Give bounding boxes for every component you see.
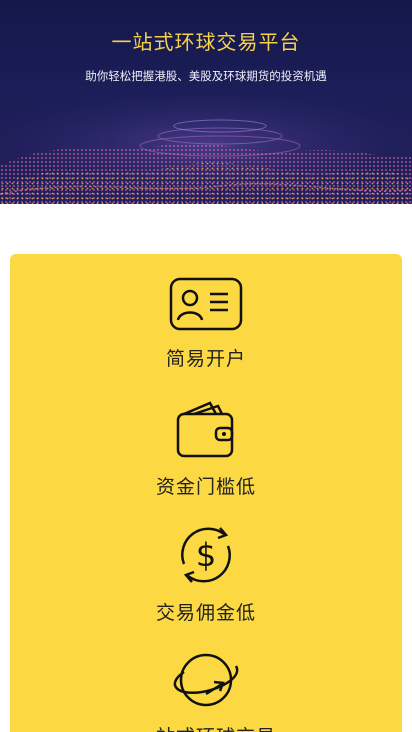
wallet-icon	[176, 401, 234, 458]
hero-title: 一站式环球交易平台	[111, 30, 301, 54]
feature-label: 一站式环球交易	[10, 722, 402, 732]
feature-label: 交易佣金低	[155, 602, 256, 624]
feature-label: 资金门槛低	[155, 476, 256, 498]
svg-text:$: $	[196, 536, 216, 574]
features-card: 简易开户 资金门槛低 $ 交易佣金低 一站式环球交易	[10, 254, 402, 732]
feature-low-commission: $ 交易佣金低	[10, 524, 402, 625]
particle-wave-art	[0, 96, 412, 204]
globe-orbit-icon	[173, 653, 239, 707]
hero-banner: 一站式环球交易平台 助你轻松把握港股、美股及环球期货的投资机遇	[0, 0, 412, 204]
feature-low-threshold: 资金门槛低	[10, 400, 402, 499]
feature-label: 简易开户	[165, 348, 246, 370]
feature-easy-account: 简易开户	[10, 276, 402, 371]
id-card-icon	[169, 277, 243, 331]
hero-subtitle: 助你轻松把握港股、美股及环球期货的投资机遇	[85, 69, 327, 83]
dollar-exchange-icon: $	[181, 527, 231, 583]
feature-global-trading: 一站式环球交易	[10, 650, 402, 732]
